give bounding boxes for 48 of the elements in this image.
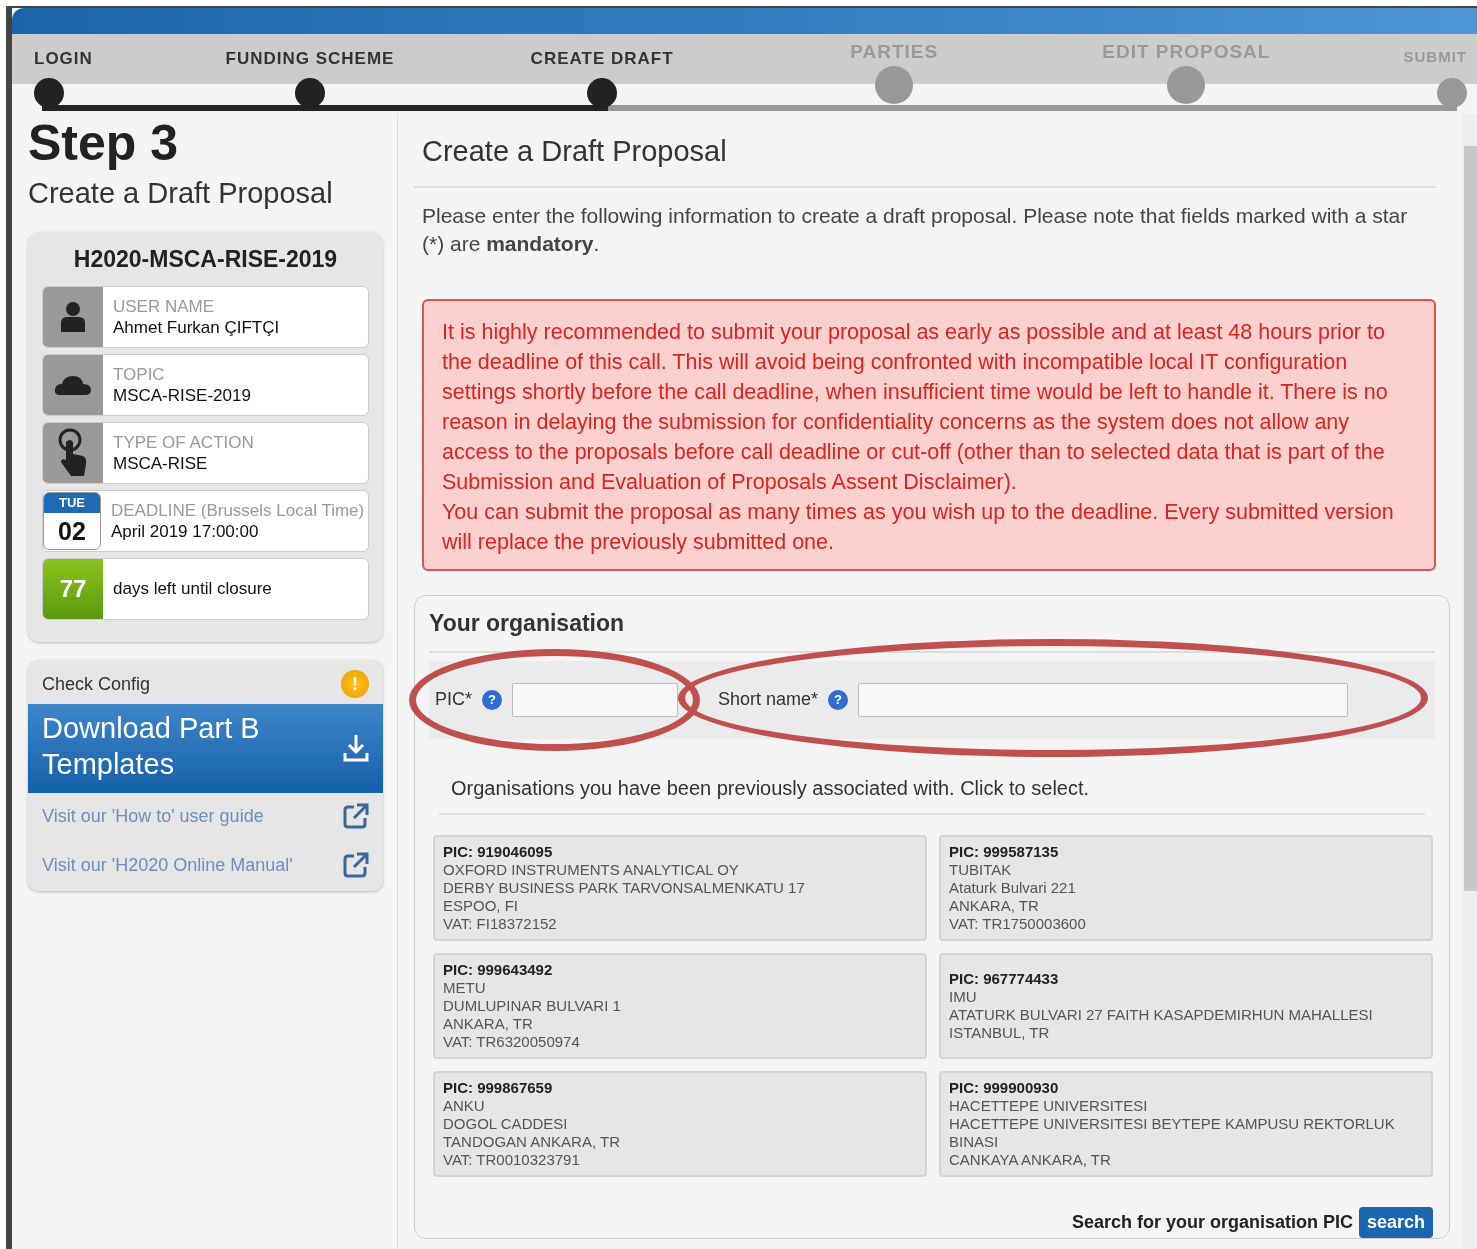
intro-text: Please enter the following information to create a draft proposal. Please note that fields marked with a star (*) are mandatory. [421, 202, 1409, 258]
info-label: USER NAME [113, 295, 216, 317]
calendar-weekday: TUE [44, 493, 100, 513]
info-value: April 2019 17:00:00 [111, 521, 260, 543]
help-icon[interactable]: ? [828, 689, 849, 710]
organisation-card[interactable]: PIC: 999587135 TUBITAK Ataturk Bulvari 221 ANKARA, TR VAT: TR1750003600 [939, 834, 1433, 941]
step-label: LOGIN [34, 48, 93, 68]
field-label: Short name* [718, 688, 819, 712]
warning-icon: ! [341, 670, 369, 698]
info-value: MSCA-RISE [113, 453, 209, 475]
search-button[interactable]: search [1358, 1206, 1433, 1238]
organisation-card[interactable]: PIC: 919046095 OXFORD INSTRUMENTS ANALYTICAL OY DERBY BUSINESS PARK TARVONSALMENKATU 17 ESPOO, FI VAT: FI18372152 [433, 834, 927, 941]
page-title: Create a Draft Proposal [414, 124, 1436, 188]
section-title: Your organisation [429, 606, 1435, 653]
organisation-card[interactable]: PIC: 999900930 HACETTEPE UNIVERSITESI HACETTEPE UNIVERSITESI BEYTEPE KAMPUSU REKTORLUK BINASI CANKAYA ANKARA, TR [939, 1070, 1433, 1177]
check-config-label[interactable]: Check Config [42, 670, 151, 698]
section-subtitle: Organisations you have been previously associated with. Click to select. [439, 738, 1425, 815]
external-link-icon [343, 803, 369, 829]
organisation-card[interactable]: PIC: 999867659 ANKU DOGOL CADDESI TANDOGAN ANKARA, TR VAT: TR0010323791 [433, 1070, 927, 1177]
external-link-icon [343, 852, 369, 878]
person-icon [60, 301, 86, 333]
info-value: Ahmet Furkan ÇIFTÇI [113, 317, 280, 339]
search-label: Search for your organisation PIC [1071, 1210, 1353, 1234]
info-value: MSCA-RISE-2019 [113, 385, 251, 407]
download-icon [343, 733, 369, 764]
input-field[interactable] [512, 682, 678, 717]
field-label: PIC* [435, 688, 472, 712]
info-label: DEADLINE (Brussels Local Time) [111, 499, 365, 521]
info-label: TYPE OF ACTION [113, 431, 254, 453]
cloud-icon [54, 374, 92, 396]
step-label: FUNDING SCHEME [225, 48, 395, 68]
step-label: CREATE DRAFT [530, 48, 674, 68]
alert-text: It is highly recommended to submit your proposal as early as possible and at least 48 hours prior to the deadline of this call. This will avoid being confronted with incompatible local IT configuration settings shortly before the call deadline, when insufficient time would be left to handle it. There is no reason in delaying the submission for confidentiality concerns as the system does not allow any access to the proposals before call deadline or cut-off (other than to selected data that is part of the Submission and Evaluation of Proposals Assent Disclaimer). [442, 319, 1389, 497]
download-templates-button[interactable]: Download Part B Templates [28, 704, 383, 793]
info-value: days left until closure [113, 578, 272, 600]
info-label: TOPIC [113, 363, 166, 385]
organisation-card[interactable]: PIC: 967774433 IMU ATATURK BULVARI 27 FAITH KASAPDEMIRHUN MAHALLESI ISTANBUL, TR [939, 952, 1433, 1059]
step-title: Step 3 [28, 118, 180, 168]
days-left-count: 77 [43, 559, 103, 619]
help-icon[interactable]: ? [482, 689, 502, 710]
call-id: H2020-MSCA-RISE-2019 [72, 244, 339, 274]
calendar-day: 02 [44, 513, 100, 549]
scrollbar[interactable] [1462, 114, 1477, 1249]
input-field[interactable] [858, 682, 1349, 717]
hand-pointer-icon [57, 428, 89, 478]
organisation-card[interactable]: PIC: 999643492 METU DUMLUPINAR BULVARI 1 ANKARA, TR VAT: TR6320050974 [433, 952, 927, 1059]
step-subtitle: Create a Draft Proposal [28, 176, 334, 211]
alert-text: You can submit the proposal as many times as you wish up to the deadline. Every submitted version will replace the previously submitted one. [442, 499, 1395, 557]
